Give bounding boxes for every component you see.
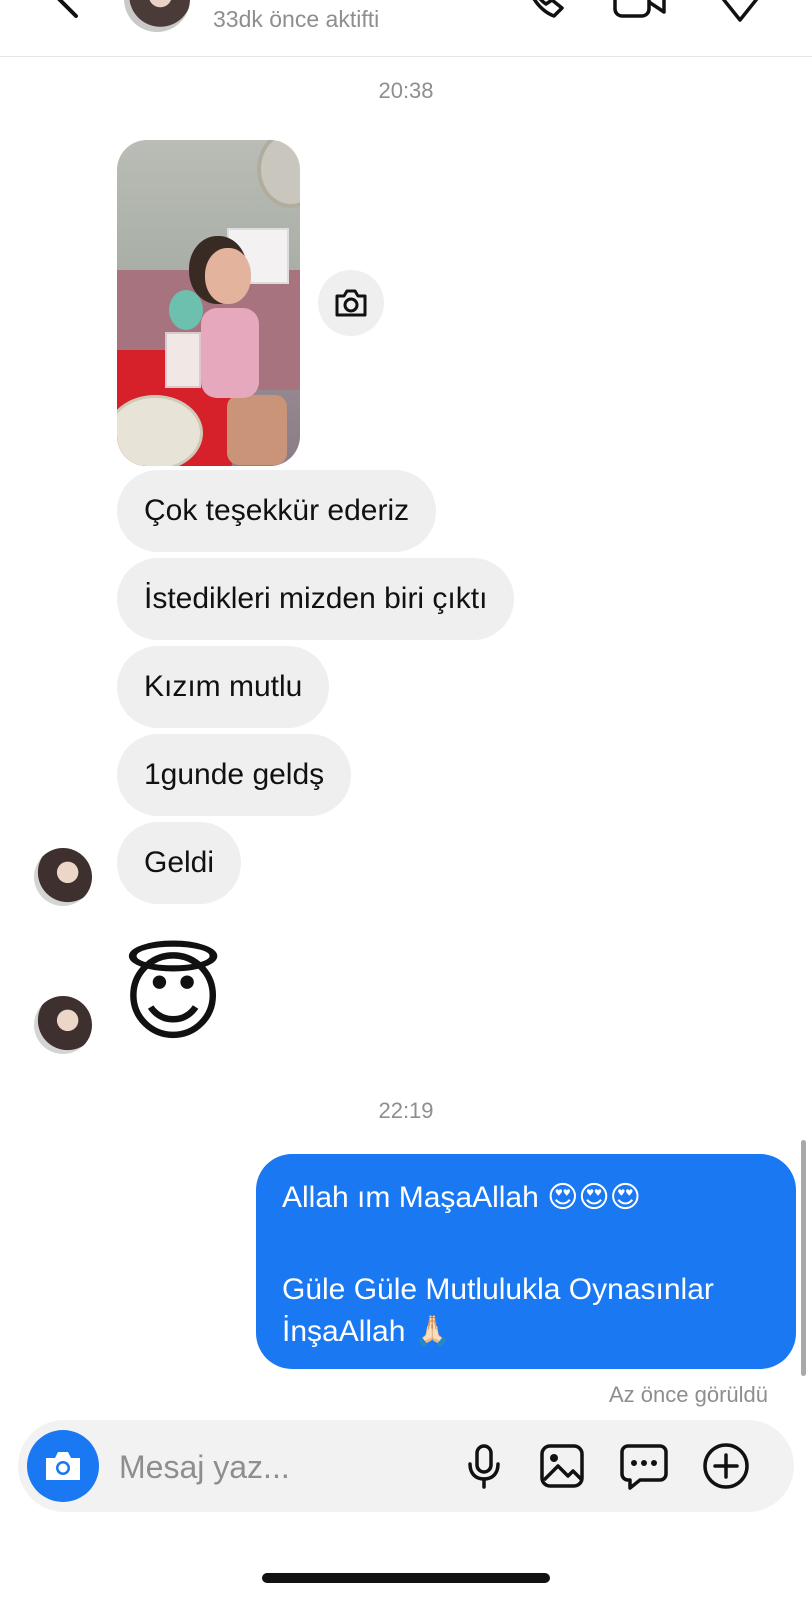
home-indicator[interactable] bbox=[262, 1573, 550, 1583]
incoming-message[interactable]: Kızım mutlu bbox=[117, 646, 330, 728]
header-avatar[interactable] bbox=[124, 0, 190, 32]
back-icon[interactable] bbox=[46, 0, 86, 24]
active-status: 33dk önce aktifti bbox=[213, 6, 380, 32]
outgoing-message[interactable]: Allah ım MaşaAllah 😍😍😍 Güle Güle Mutlulu… bbox=[256, 1154, 796, 1369]
timestamp: 22:19 bbox=[378, 1098, 434, 1123]
conversation-header: 33dk önce aktifti bbox=[0, 0, 812, 57]
tag-icon[interactable] bbox=[712, 0, 768, 24]
scrollbar[interactable] bbox=[801, 1140, 806, 1376]
phone-icon[interactable] bbox=[520, 0, 568, 22]
incoming-message[interactable]: 1gunde geldş bbox=[117, 734, 352, 816]
message-composer bbox=[18, 1420, 794, 1512]
photo-reply-button[interactable] bbox=[318, 270, 384, 336]
sender-avatar[interactable] bbox=[34, 996, 92, 1054]
message-input[interactable] bbox=[117, 1442, 421, 1492]
incoming-message[interactable]: Geldi bbox=[117, 822, 242, 904]
plus-icon[interactable] bbox=[702, 1442, 750, 1490]
camera-outline-icon bbox=[335, 289, 367, 317]
incoming-message[interactable]: Çok teşekkür ederiz bbox=[117, 470, 437, 552]
outgoing-line: İnşaAllah 🙏🏻 bbox=[282, 1315, 452, 1348]
emoji-message[interactable]: 😇 bbox=[122, 942, 224, 1052]
seen-status: Az önce görüldü bbox=[609, 1382, 768, 1407]
microphone-icon[interactable] bbox=[460, 1442, 508, 1490]
camera-button[interactable] bbox=[27, 1430, 99, 1502]
incoming-message[interactable]: İstedikleri mizden biri çıktı bbox=[117, 558, 515, 640]
sticker-icon[interactable] bbox=[620, 1442, 668, 1490]
video-icon[interactable] bbox=[612, 0, 668, 20]
camera-icon bbox=[46, 1452, 80, 1480]
outgoing-line: Güle Güle Mutlulukla Oynasınlar bbox=[282, 1273, 714, 1306]
outgoing-line: Allah ım MaşaAllah 😍😍😍 bbox=[282, 1181, 641, 1214]
sender-avatar[interactable] bbox=[34, 848, 92, 906]
gallery-icon[interactable] bbox=[538, 1442, 586, 1490]
timestamp: 20:38 bbox=[378, 78, 434, 103]
shared-photo[interactable] bbox=[117, 140, 300, 466]
